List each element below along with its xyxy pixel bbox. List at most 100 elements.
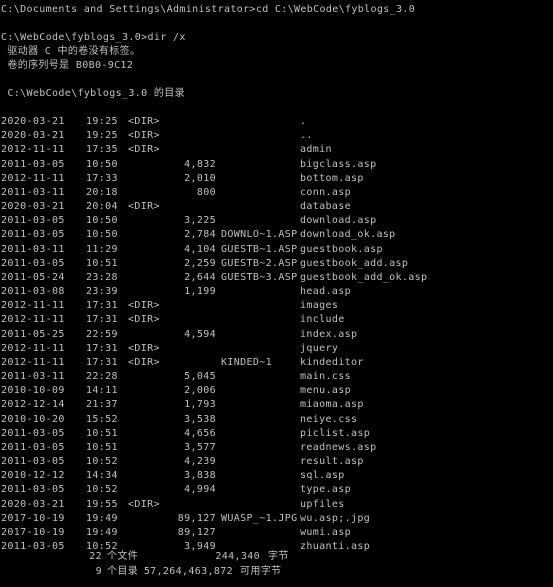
entry-time: 19:49 xyxy=(86,512,118,524)
listing-row: 2011-03-05 10:50 2,784 DOWNLO~1.ASP download… xyxy=(0,228,553,242)
listing-row: 2011-03-05 10:50 3,225 download.asp xyxy=(0,214,553,228)
entry-time: 11:29 xyxy=(86,243,118,255)
entry-short-name: GUESTB~1.ASP xyxy=(221,243,298,255)
entry-name: head.asp xyxy=(300,286,351,297)
entry-size: 2,784 xyxy=(184,229,216,241)
volume-label-line: 驱动器 C 中的卷没有标签。 xyxy=(1,46,141,57)
entry-date: 2012-11-11 xyxy=(1,314,65,326)
entry-short-name: WUASP_~1.JPG xyxy=(221,512,298,524)
entry-time: 22:28 xyxy=(86,371,118,383)
entry-date: 2020-03-21 xyxy=(1,201,65,212)
entry-time: 17:31 xyxy=(86,356,118,368)
listing-row: 2020-03-21 19:25 <DIR>. xyxy=(0,115,553,129)
entry-date: 2011-05-24 xyxy=(1,271,65,283)
entry-date: 2012-12-14 xyxy=(1,399,65,411)
entry-date: 2011-03-08 xyxy=(1,286,65,297)
entry-dir-flag: <DIR> xyxy=(128,314,160,326)
entry-size: 3,577 xyxy=(184,441,216,453)
command-prompt-console[interactable]: C:\Documents and Settings\Administrator>… xyxy=(0,0,553,587)
entry-dir-flag: <DIR> xyxy=(128,116,160,127)
listing-row: 2020-03-21 19:55 <DIR> upfiles xyxy=(0,498,553,512)
entry-date: 2012-11-11 xyxy=(1,172,65,184)
cd-command-line: C:\Documents and Settings\Administrator>… xyxy=(1,4,416,15)
entry-date: 2011-03-05 xyxy=(1,484,65,496)
entry-name: include xyxy=(300,314,345,326)
volume-serial-line: 卷的序列号是 B0B0-9C12 xyxy=(1,60,134,71)
dirs-count: 9 xyxy=(95,566,102,577)
listing-row: 2011-03-05 10:51 2,259 GUESTB~2.ASP guestboo… xyxy=(0,257,553,271)
summary-dirs-row: 9 个目录 57,264,463,872 可用字节 xyxy=(0,565,553,579)
entry-short-name: GUESTB~2.ASP xyxy=(221,257,298,269)
listing-row: 2012-11-11 17:31 <DIR> images xyxy=(0,299,553,313)
entry-name: bottom.asp xyxy=(300,172,364,184)
entry-dir-flag: <DIR> xyxy=(128,201,160,212)
entry-time: 17:31 xyxy=(86,300,118,312)
entry-time: 17:33 xyxy=(86,172,118,184)
entry-size: 4,656 xyxy=(184,427,216,439)
entry-date: 2011-03-11 xyxy=(1,243,65,255)
listing-row: 2011-03-05 10:50 4,832 bigclass.asp xyxy=(0,158,553,172)
entry-date: 2011-03-05 xyxy=(1,215,65,227)
entry-date: 2010-12-12 xyxy=(1,470,65,482)
entry-size: 4,832 xyxy=(184,158,216,170)
entry-date: 2011-03-05 xyxy=(1,456,65,468)
listing-row: 2012-11-11 17:35 <DIR> admin xyxy=(0,143,553,157)
entry-date: 2011-05-25 xyxy=(1,328,65,340)
entry-dir-flag: <DIR> xyxy=(128,300,160,312)
entry-time: 22:59 xyxy=(86,328,118,340)
listing-row: 2010-12-12 14:34 3,838 sql.asp xyxy=(0,469,553,483)
entry-size: 800 xyxy=(196,186,216,198)
entry-date: 2012-11-11 xyxy=(1,144,65,156)
entry-name: wu.asp;.jpg xyxy=(300,512,371,524)
entry-name: . xyxy=(300,116,307,127)
entry-short-name: KINDED~1 xyxy=(221,356,272,368)
listing-row: 2020-03-21 20:04 <DIR> database xyxy=(0,200,553,214)
listing-row: 2020-03-21 19:25 <DIR>.. xyxy=(0,129,553,143)
entry-time: 10:52 xyxy=(86,484,118,496)
entry-name: readnews.asp xyxy=(300,441,377,453)
entry-time: 17:35 xyxy=(86,144,118,156)
entry-name: images xyxy=(300,300,339,312)
entry-dir-flag: <DIR> xyxy=(128,130,160,142)
entry-size: 4,104 xyxy=(184,243,216,255)
entry-time: 19:25 xyxy=(86,116,118,127)
entry-time: 23:28 xyxy=(86,271,118,283)
entry-date: 2011-03-05 xyxy=(1,257,65,269)
entry-time: 10:50 xyxy=(86,229,118,241)
entry-name: admin xyxy=(300,144,332,156)
listing-row: 2011-03-11 20:18 800 conn.asp xyxy=(0,186,553,200)
entry-dir-flag: <DIR> xyxy=(128,498,160,510)
listing-row: 2011-03-08 23:39 1,199 head.asp xyxy=(0,285,553,299)
entry-size: 2,644 xyxy=(184,271,216,283)
entry-time: 19:55 xyxy=(86,498,118,510)
entry-size: 3,538 xyxy=(184,413,216,425)
entry-size: 4,239 xyxy=(184,456,216,468)
entry-time: 10:50 xyxy=(86,158,118,170)
entry-dir-flag: <DIR> xyxy=(128,144,160,156)
entry-time: 15:52 xyxy=(86,413,118,425)
entry-size: 2,010 xyxy=(184,172,216,184)
entry-name: menu.asp xyxy=(300,385,351,397)
entry-short-name: DOWNLO~1.ASP xyxy=(221,229,298,241)
entry-date: 2020-03-21 xyxy=(1,130,65,142)
entry-time: 17:31 xyxy=(86,314,118,326)
entry-date: 2011-03-05 xyxy=(1,441,65,453)
entry-name: .. xyxy=(300,130,313,142)
entry-date: 2017-10-19 xyxy=(1,526,65,538)
entry-time: 10:52 xyxy=(86,456,118,468)
dir-command-line: C:\WebCode\fyblogs_3.0>dir /x xyxy=(1,32,186,43)
entry-date: 2010-10-20 xyxy=(1,413,65,425)
entry-name: download_ok.asp xyxy=(300,229,396,241)
entry-time: 21:37 xyxy=(86,399,118,411)
entry-date: 2011-03-05 xyxy=(1,158,65,170)
listing-row: 2017-10-19 19:49 89,127 WUASP_~1.JPG wu.asp;… xyxy=(0,512,553,526)
entry-size: 1,199 xyxy=(184,286,216,297)
entry-time: 19:49 xyxy=(86,526,118,538)
entry-dir-flag: <DIR> xyxy=(128,356,160,368)
entry-name: conn.asp xyxy=(300,186,351,198)
files-bytes: 244,340 xyxy=(215,551,260,562)
listing-row: 2011-05-24 23:28 2,644 GUESTB~3.ASP guestboo… xyxy=(0,271,553,285)
files-bytes-unit: 字节 xyxy=(268,551,289,562)
listing-row: 2012-11-11 17:31 <DIR> KINDED~1 kindeditor xyxy=(0,356,553,370)
entry-name: index.asp xyxy=(300,328,358,340)
